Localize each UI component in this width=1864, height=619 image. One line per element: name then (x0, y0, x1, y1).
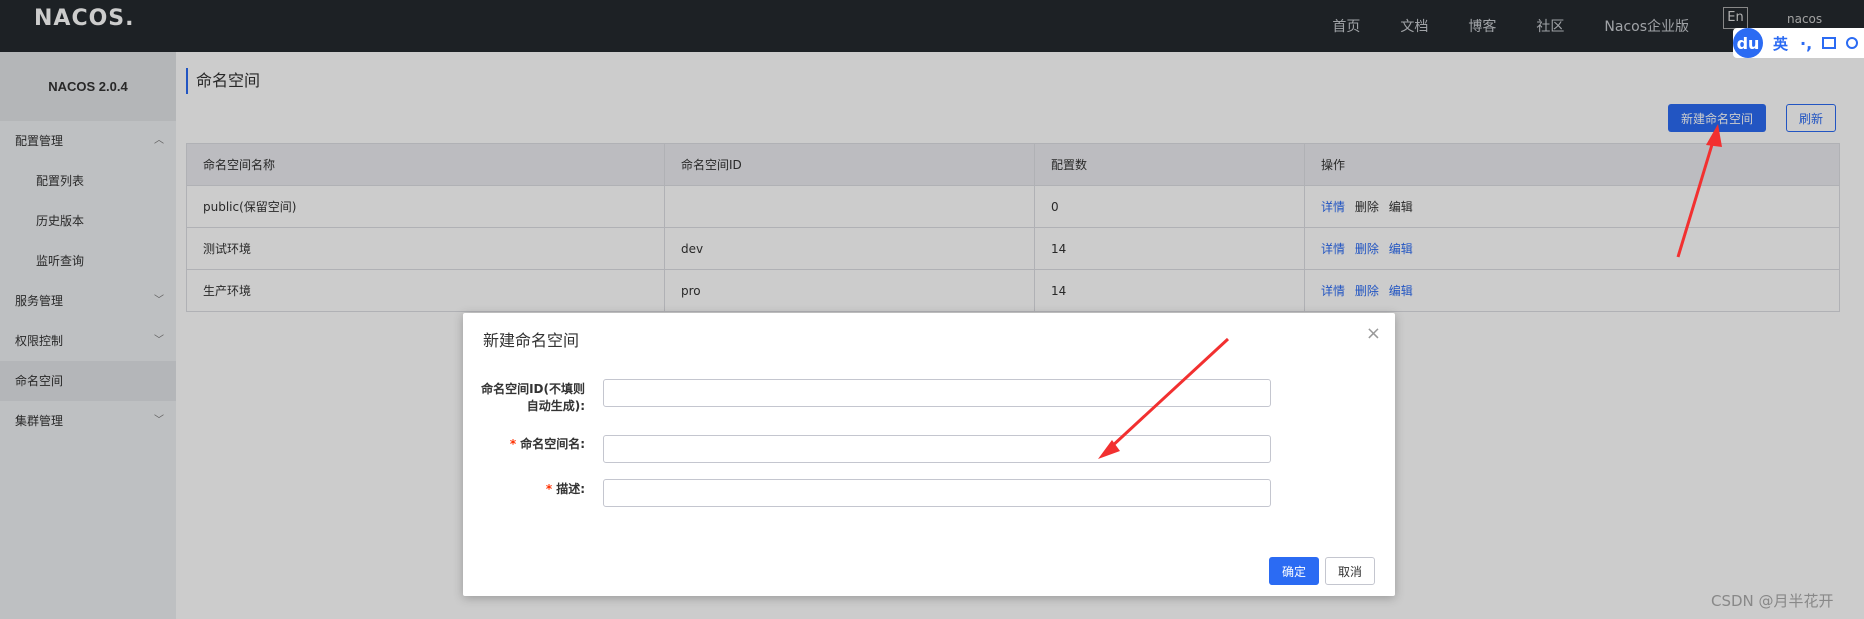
required-mark: * (509, 437, 517, 451)
description-label: * 描述: (445, 481, 585, 498)
required-mark: * (545, 482, 553, 496)
description-input[interactable] (603, 479, 1271, 507)
ime-punctuation-indicator[interactable]: ·, (1800, 34, 1812, 53)
ime-keyboard-icon[interactable] (1822, 37, 1837, 49)
cancel-button[interactable]: 取消 (1325, 557, 1375, 585)
description-label-text: 描述: (556, 482, 585, 496)
namespace-id-label-line1: 命名空间ID(不填则 (481, 382, 585, 396)
csdn-watermark: CSDN @月半花开 (1711, 592, 1834, 610)
namespace-name-input[interactable] (603, 435, 1271, 463)
namespace-id-input[interactable] (603, 379, 1271, 407)
namespace-id-label-line2: 自动生成): (526, 399, 585, 413)
namespace-id-label: 命名空间ID(不填则 自动生成): (445, 381, 585, 415)
confirm-button[interactable]: 确定 (1269, 557, 1319, 585)
namespace-name-label: * 命名空间名: (445, 436, 585, 453)
dialog-title: 新建命名空间 (483, 331, 580, 350)
namespace-name-label-text: 命名空间名: (520, 437, 585, 451)
new-namespace-dialog: 新建命名空间 × 命名空间ID(不填则 自动生成): * 命名空间名: * 描述: … (463, 313, 1395, 596)
ime-language-indicator[interactable]: 英 (1773, 33, 1788, 54)
close-icon[interactable]: × (1366, 323, 1381, 344)
baidu-ime-logo-icon[interactable]: du (1733, 28, 1763, 58)
ime-toolbar[interactable]: du 英 ·, (1733, 28, 1864, 58)
ime-user-icon[interactable] (1846, 37, 1859, 49)
